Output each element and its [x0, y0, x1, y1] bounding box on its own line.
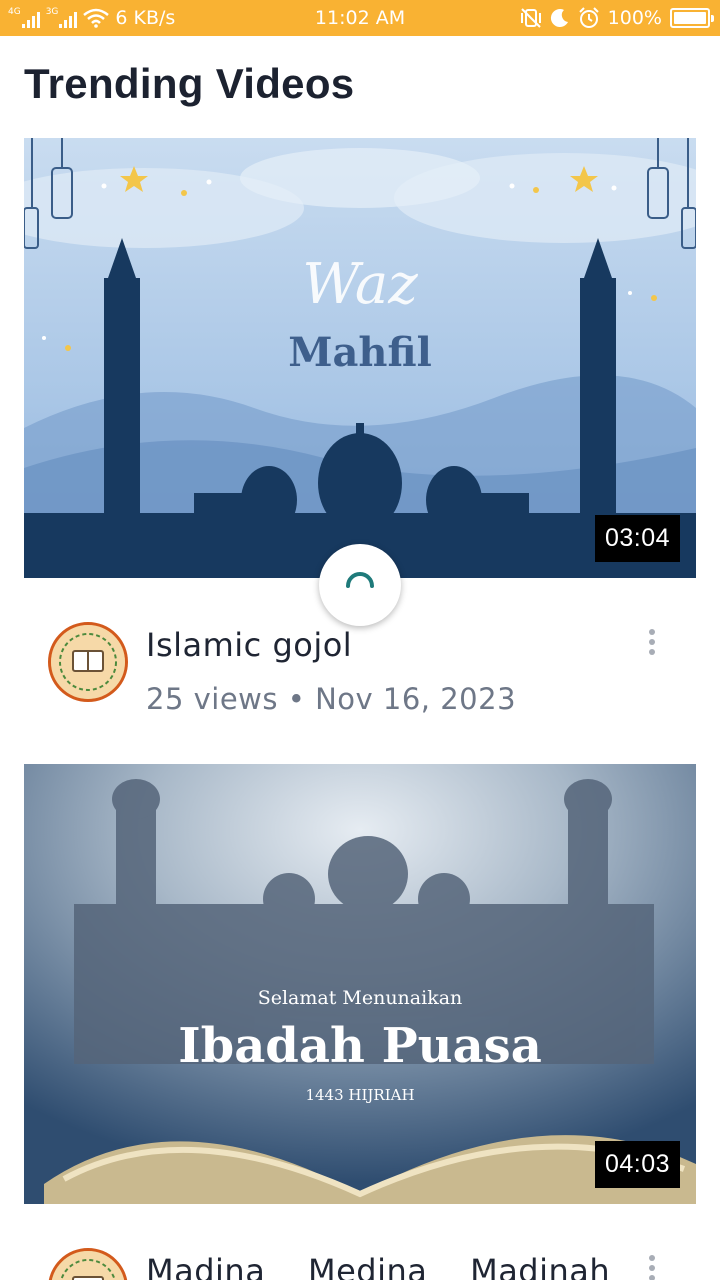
more-vert-icon: [649, 1255, 655, 1261]
wifi-icon: [83, 8, 110, 28]
battery-icon: [670, 8, 714, 28]
view-count: 25 views: [146, 682, 279, 716]
video-title[interactable]: Islamic gojol: [146, 626, 352, 664]
video-thumbnail[interactable]: Selamat Menunaikan Ibadah Puasa 1443 HIJ…: [24, 764, 696, 1204]
clock: 11:02 AM: [314, 7, 406, 29]
book-logo-icon: [51, 625, 125, 699]
duration-badge: 03:04: [594, 515, 680, 562]
sim2-signal-icon: 3G: [46, 8, 78, 28]
video-meta: 25 views • Nov 16, 2023: [146, 682, 516, 716]
alarm-icon: [578, 7, 599, 28]
vibrate-off-icon: [520, 8, 541, 28]
thumbnail-sub-text: 1443 HIJRIAH: [305, 1086, 414, 1104]
page-title: Trending Videos: [24, 60, 355, 107]
duration-badge: 04:03: [594, 1141, 680, 1188]
more-options-button[interactable]: [636, 622, 668, 662]
thumbnail-image: Selamat Menunaikan Ibadah Puasa 1443 HIJ…: [24, 764, 696, 1204]
spinner-icon: [346, 572, 374, 588]
status-left: 4G 3G 6 KB/s: [8, 0, 175, 36]
thumbnail-image: Waz Mahfil: [24, 138, 696, 578]
thumbnail-main-text: Mahfil: [288, 329, 432, 376]
book-logo-icon: [51, 1251, 125, 1280]
video-thumbnail[interactable]: Waz Mahfil 03:04: [24, 138, 696, 578]
thumbnail-top-text: Selamat Menunaikan: [258, 987, 463, 1009]
loading-spinner: [319, 544, 401, 626]
more-options-button[interactable]: [636, 1248, 668, 1280]
net-speed: 6 KB/s: [115, 7, 176, 29]
video-title[interactable]: Madina Medina Madinah: [146, 1252, 610, 1280]
status-bar: 4G 3G 6 KB/s 11:02 AM 100%: [0, 0, 720, 36]
upload-date: Nov 16, 2023: [315, 682, 517, 716]
battery-percent: 100%: [607, 7, 662, 29]
thumbnail-main-text: Ibadah Puasa: [178, 1018, 542, 1074]
status-right: 100%: [520, 0, 714, 36]
channel-avatar[interactable]: [48, 1248, 128, 1280]
sim1-signal-icon: 4G: [8, 8, 40, 28]
more-vert-icon: [649, 629, 655, 635]
channel-avatar[interactable]: [48, 622, 128, 702]
moon-icon: [550, 9, 568, 28]
meta-separator: •: [287, 682, 306, 716]
thumbnail-script-text: Waz: [302, 252, 418, 317]
